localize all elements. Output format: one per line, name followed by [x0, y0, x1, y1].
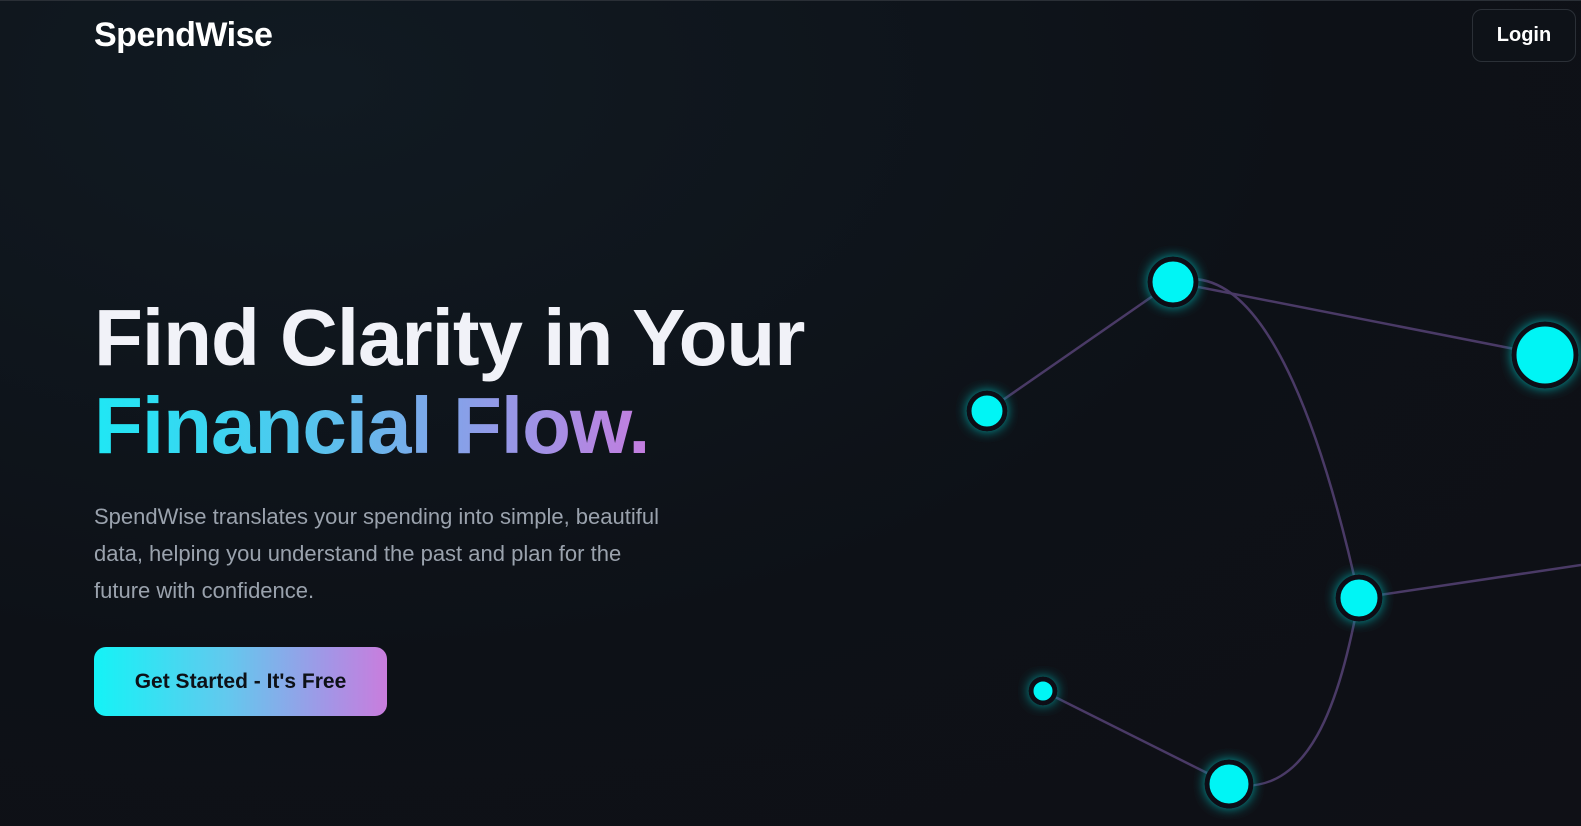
network-node: [1335, 574, 1383, 622]
network-link: [986, 280, 1174, 413]
network-link: [1228, 597, 1361, 787]
network-link: [1172, 278, 1361, 599]
network-node: [1511, 321, 1579, 389]
network-link: [1042, 689, 1230, 786]
network-link: [1358, 563, 1581, 600]
network-node: [1204, 759, 1254, 809]
network-graphic: [966, 256, 1581, 809]
network-node: [966, 390, 1008, 432]
network-node: [1028, 676, 1058, 706]
network-node: [1147, 256, 1199, 308]
